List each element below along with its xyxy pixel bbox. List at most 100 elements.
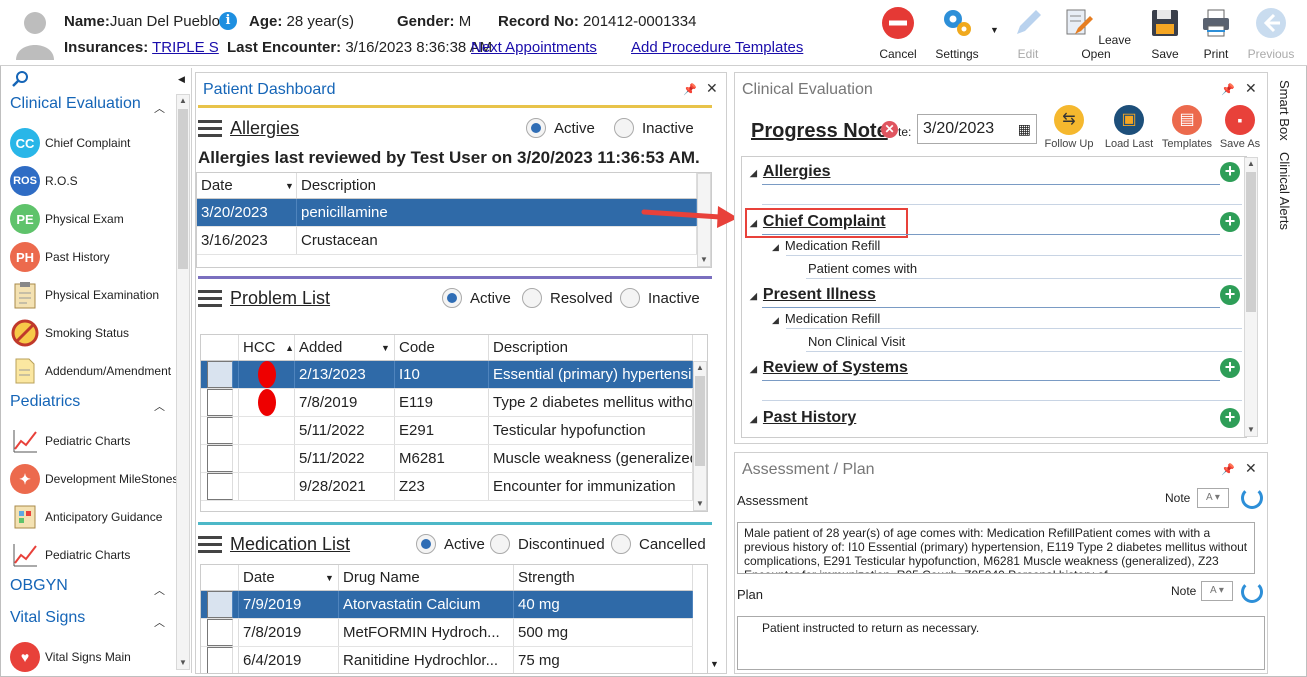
load-last-button[interactable]: ▣ Load Last — [1101, 105, 1157, 150]
collapse-icon[interactable]: ◢ — [750, 218, 757, 229]
scroll-up-icon[interactable]: ▲ — [1245, 158, 1257, 170]
save-button[interactable]: Save — [1145, 6, 1185, 61]
nav-item-physical-exam[interactable]: PE Physical Exam — [10, 203, 180, 235]
pin-icon[interactable]: 📌 — [683, 83, 697, 96]
add-present-illness-icon[interactable]: + — [1220, 285, 1240, 305]
nav-item-addendum[interactable]: Addendum/Amendment — [10, 355, 180, 387]
edit-button[interactable]: Edit — [1008, 6, 1048, 61]
allergy-row[interactable]: 3/16/2023 Crustacean — [197, 227, 697, 255]
problem-row[interactable]: 2/13/2023 I10 Essential (primary) hypert… — [201, 361, 693, 389]
meds-cancelled-radio[interactable]: Cancelled — [611, 534, 706, 554]
add-procedure-templates-link[interactable]: Add Procedure Templates — [631, 39, 803, 56]
scroll-thumb[interactable] — [695, 376, 705, 466]
col-date[interactable]: Date ▼ — [197, 173, 297, 198]
medication-row[interactable]: 6/4/2019 Ranitidine Hydrochlor... 75 mg — [201, 647, 693, 673]
cc-item-patient-comes-with[interactable]: Patient comes with — [808, 261, 917, 276]
problems-active-radio[interactable]: Active — [442, 288, 511, 308]
nav-item-pediatric-charts-2[interactable]: Pediatric Charts — [10, 539, 180, 571]
problem-row[interactable]: 5/11/2022 M6281 Muscle weakness (general… — [201, 445, 693, 473]
medication-row[interactable]: 7/8/2019 MetFORMIN Hydroch... 500 mg — [201, 619, 693, 647]
leave-open-button[interactable]: Leave Open — [1060, 6, 1132, 61]
collapse-icon[interactable]: ◢ — [750, 291, 757, 302]
scroll-down-icon[interactable]: ▼ — [177, 657, 189, 669]
scroll-up-icon[interactable]: ▲ — [694, 362, 706, 374]
cc-item-medication-refill[interactable]: ◢ Medication Refill — [772, 238, 880, 253]
row-checkbox[interactable] — [206, 591, 233, 618]
add-allergies-icon[interactable]: + — [1220, 162, 1240, 182]
pin-icon[interactable]: 📌 — [1221, 83, 1235, 96]
section-present-illness[interactable]: ◢ Present Illness — [750, 286, 876, 304]
problems-inactive-radio[interactable]: Inactive — [620, 288, 700, 308]
sort-asc-icon[interactable]: ▲ — [281, 335, 294, 360]
problem-row[interactable]: 5/11/2022 E291 Testicular hypofunction — [201, 417, 693, 445]
nav-section-clinical-evaluation[interactable]: Clinical Evaluation — [10, 95, 141, 113]
nav-item-pediatric-charts[interactable]: Pediatric Charts — [10, 425, 180, 457]
row-checkbox[interactable] — [206, 417, 233, 444]
problem-list-section-title[interactable]: Problem List — [198, 288, 330, 309]
nav-item-chief-complaint[interactable]: CC Chief Complaint — [10, 127, 180, 159]
row-checkbox[interactable] — [206, 647, 233, 673]
col-code[interactable]: Code — [395, 335, 489, 360]
nav-scrollbar[interactable]: ▲ ▼ — [176, 94, 190, 670]
plan-textbox[interactable]: Patient instructed to return as necessar… — [737, 616, 1265, 670]
settings-button[interactable]: Settings — [933, 6, 981, 61]
scroll-thumb[interactable] — [1246, 172, 1256, 312]
chevron-up-icon[interactable]: ︿ — [154, 614, 165, 630]
pi-item-non-clinical-visit[interactable]: Non Clinical Visit — [808, 334, 905, 349]
nav-item-development-milestones[interactable]: ✦ Development MileStones — [10, 463, 180, 495]
problem-scrollbar[interactable]: ▲ ▼ — [693, 361, 707, 511]
col-date[interactable]: Date ▼ — [239, 565, 339, 590]
templates-button[interactable]: ▤ Templates — [1159, 105, 1215, 150]
next-appointments-link[interactable]: Next Appointments — [471, 39, 597, 56]
allergies-section-title[interactable]: Allergies — [198, 118, 299, 139]
tab-clinical-alerts[interactable]: Clinical Alerts — [1277, 152, 1292, 230]
nav-section-pediatrics[interactable]: Pediatrics — [10, 393, 80, 411]
scroll-down-icon[interactable]: ▼ — [694, 498, 706, 510]
collapse-icon[interactable]: ◢ — [750, 414, 757, 425]
note-dropdown[interactable]: A ▾ — [1201, 581, 1233, 601]
allergies-active-radio[interactable]: Active — [526, 118, 595, 138]
note-date-input[interactable]: 3/20/2023 ▦ — [917, 114, 1037, 144]
row-checkbox[interactable] — [206, 361, 233, 388]
settings-dropdown-icon[interactable]: ▼ — [990, 25, 999, 35]
scroll-up-icon[interactable]: ▲ — [177, 95, 189, 107]
nav-section-obgyn[interactable]: OBGYN — [10, 577, 68, 595]
col-description[interactable]: Description — [297, 173, 697, 198]
section-chief-complaint[interactable]: ◢ Chief Complaint — [750, 213, 886, 231]
medication-list-section-title[interactable]: Medication List — [198, 534, 350, 555]
insurance-link[interactable]: TRIPLE S — [152, 39, 219, 56]
tab-smart-box[interactable]: Smart Box — [1277, 80, 1292, 141]
scroll-down-icon[interactable]: ▼ — [698, 254, 710, 266]
col-hcc[interactable]: HCC ▲ — [239, 335, 295, 360]
col-select[interactable] — [201, 335, 239, 360]
nav-item-physical-examination[interactable]: Physical Examination — [10, 279, 180, 311]
problem-row[interactable]: 7/8/2019 E119 Type 2 diabetes mellitus w… — [201, 389, 693, 417]
collapse-icon[interactable]: ◢ — [772, 242, 779, 252]
allergy-row[interactable]: 3/20/2023 penicillamine — [197, 199, 697, 227]
meds-active-radio[interactable]: Active — [416, 534, 485, 554]
meds-discontinued-radio[interactable]: Discontinued — [490, 534, 605, 554]
clinical-scrollbar[interactable]: ▲ ▼ — [1244, 157, 1258, 437]
follow-up-button[interactable]: ⇆ Follow Up — [1041, 105, 1097, 150]
dropdown-icon[interactable]: ▼ — [321, 565, 334, 590]
problem-row[interactable]: 9/28/2021 Z23 Encounter for immunization — [201, 473, 693, 501]
add-past-history-icon[interactable]: + — [1220, 408, 1240, 428]
nav-item-smoking-status[interactable]: Smoking Status — [10, 317, 180, 349]
nav-section-vital-signs[interactable]: Vital Signs — [10, 609, 85, 627]
previous-button[interactable]: Previous — [1247, 6, 1295, 61]
col-strength[interactable]: Strength — [514, 565, 693, 590]
scroll-down-icon[interactable]: ▼ — [1245, 424, 1257, 436]
medication-row[interactable]: 7/9/2019 Atorvastatin Calcium 40 mg — [201, 591, 693, 619]
collapse-nav-icon[interactable]: ◀ — [178, 74, 185, 85]
refresh-icon[interactable] — [1241, 487, 1263, 509]
collapse-icon[interactable]: ◢ — [750, 364, 757, 375]
calendar-icon[interactable]: ▦ — [1018, 121, 1031, 138]
dropdown-icon[interactable]: ▼ — [281, 173, 294, 198]
print-button[interactable]: Print — [1196, 6, 1236, 61]
nav-item-vital-signs-main[interactable]: ♥ Vital Signs Main — [10, 641, 180, 673]
add-review-of-systems-icon[interactable]: + — [1220, 358, 1240, 378]
row-checkbox[interactable] — [206, 389, 233, 416]
menu-icon[interactable] — [198, 535, 222, 554]
clear-icon[interactable]: ✕ — [881, 121, 898, 138]
dropdown-icon[interactable]: ▼ — [377, 335, 390, 360]
